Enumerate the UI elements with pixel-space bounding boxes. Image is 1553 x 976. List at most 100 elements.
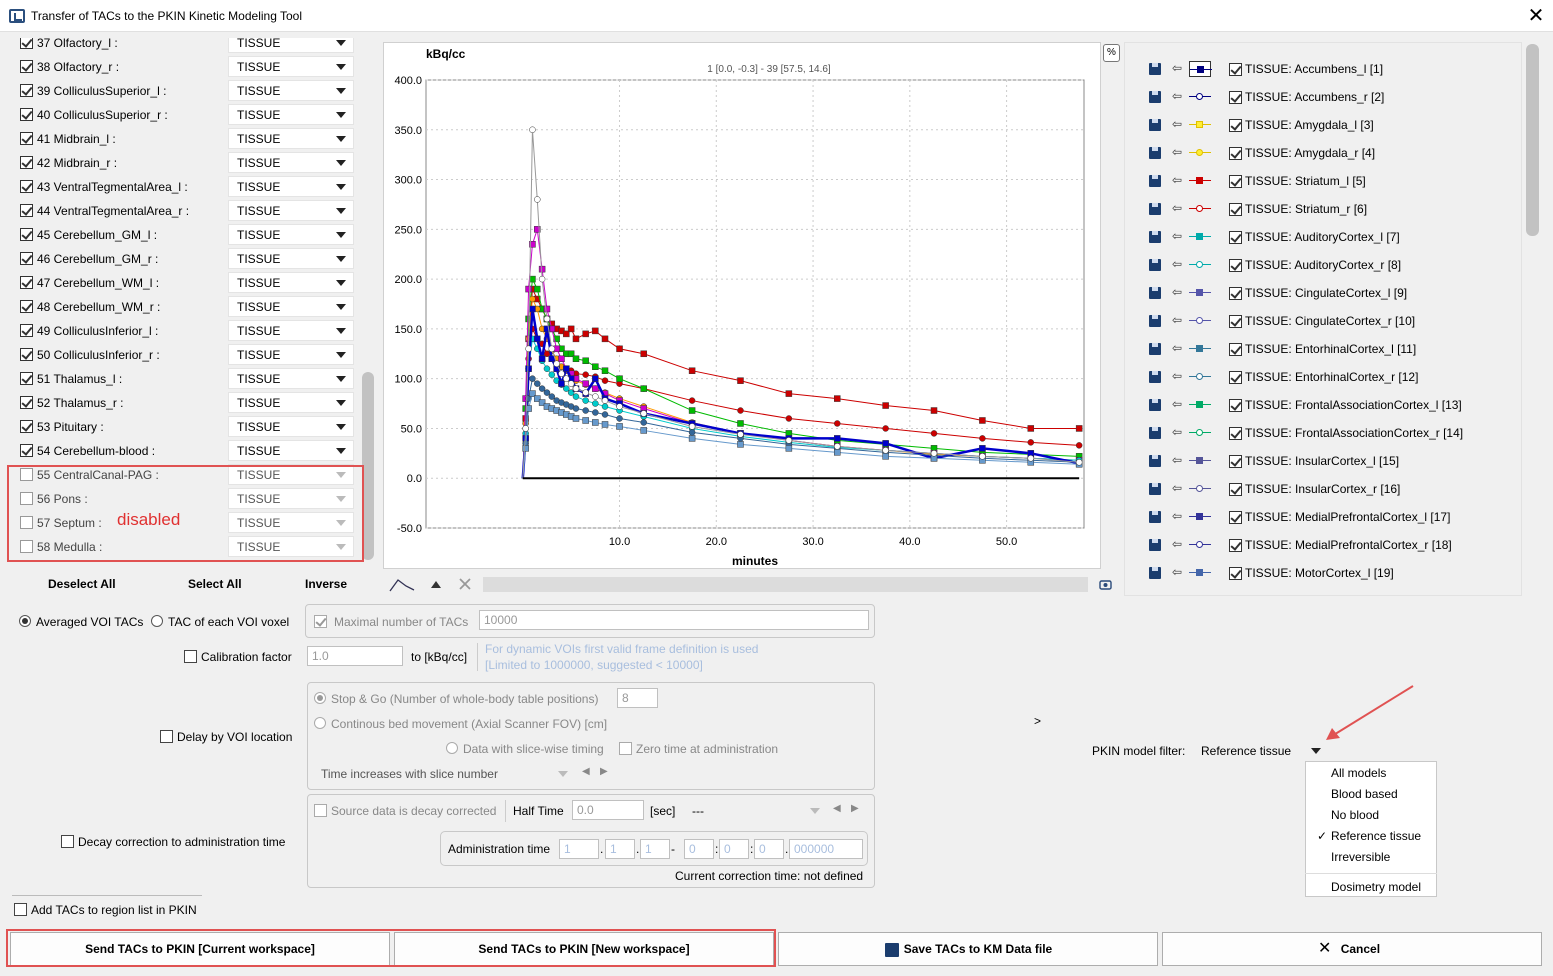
tac-chart[interactable]: 400.0 350.0 300.0 250.0 200.0 150.0 100.0 50.0 0… [383, 42, 1101, 569]
calibration-field[interactable]: 1.0 [307, 646, 403, 666]
arrow-left-icon[interactable]: ⇦ [1172, 89, 1182, 103]
save-disk-icon[interactable] [1149, 399, 1161, 411]
save-disk-icon[interactable] [1149, 63, 1161, 75]
save-disk-icon[interactable] [1149, 147, 1161, 159]
region-row[interactable]: 45 Cerebellum_GM_l : TISSUE [10, 224, 360, 246]
clear-icon[interactable] [459, 578, 471, 590]
save-disk-icon[interactable] [1149, 259, 1161, 271]
region-row[interactable]: 46 Cerebellum_GM_r : TISSUE [10, 248, 360, 270]
region-type-select[interactable]: TISSUE [228, 56, 354, 77]
tissue-checkbox[interactable] [1229, 371, 1242, 384]
legend-swatch[interactable] [1189, 285, 1211, 301]
legend-swatch[interactable] [1189, 425, 1211, 441]
legend-swatch[interactable] [1189, 201, 1211, 217]
admin-time-field[interactable]: 0 [684, 839, 714, 859]
stop-go-field[interactable]: 8 [617, 688, 658, 708]
window-close-icon[interactable]: ✕ [1522, 3, 1550, 29]
tissue-checkbox[interactable] [1229, 539, 1242, 552]
tissue-row[interactable]: ⇦ TISSUE: CingulateCortex_l [9] [1125, 282, 1523, 304]
arrow-left-icon[interactable]: ⇦ [1172, 509, 1182, 523]
delay-checkbox[interactable] [160, 730, 173, 743]
region-row[interactable]: 41 Midbrain_l : TISSUE [10, 128, 360, 150]
slice-timing-radio[interactable] [446, 742, 458, 754]
tissue-checkbox[interactable] [1229, 427, 1242, 440]
tissue-checkbox[interactable] [1229, 567, 1242, 580]
legend-swatch[interactable] [1189, 117, 1211, 133]
region-row[interactable]: 40 ColliculusSuperior_r : TISSUE [10, 104, 360, 126]
time-increases-select[interactable]: Time increases with slice number [321, 767, 498, 781]
region-checkbox[interactable] [20, 372, 33, 385]
tissue-checkbox[interactable] [1229, 483, 1242, 496]
model-filter-item[interactable]: All models [1331, 766, 1386, 780]
curve-style-icon[interactable] [388, 575, 416, 595]
select-all-button[interactable]: Select All [188, 577, 242, 591]
model-filter-item[interactable]: Blood based [1331, 787, 1398, 801]
save-disk-icon[interactable] [1149, 455, 1161, 467]
tissue-row[interactable]: ⇦ TISSUE: Striatum_l [5] [1125, 170, 1523, 192]
save-disk-icon[interactable] [1149, 567, 1161, 579]
region-type-select[interactable]: TISSUE [228, 176, 354, 197]
tissue-row[interactable]: ⇦ TISSUE: InsularCortex_r [16] [1125, 478, 1523, 500]
tissue-checkbox[interactable] [1229, 203, 1242, 216]
tissue-checkbox[interactable] [1229, 147, 1242, 160]
save-disk-icon[interactable] [1149, 175, 1161, 187]
region-row[interactable]: 39 ColliculusSuperior_l : TISSUE [10, 80, 360, 102]
region-checkbox[interactable] [20, 348, 33, 361]
arrow-left-icon[interactable]: ⇦ [1172, 369, 1182, 383]
arrow-left-icon[interactable]: ⇦ [1172, 229, 1182, 243]
admin-time-field[interactable]: 000000 [789, 839, 863, 859]
region-type-select[interactable]: TISSUE [228, 272, 354, 293]
region-type-select[interactable]: TISSUE [228, 344, 354, 365]
save-disk-icon[interactable] [1149, 315, 1161, 327]
save-disk-icon[interactable] [1149, 231, 1161, 243]
save-disk-icon[interactable] [1149, 287, 1161, 299]
save-disk-icon[interactable] [1149, 91, 1161, 103]
region-type-select[interactable]: TISSUE [228, 416, 354, 437]
region-type-select[interactable]: TISSUE [228, 392, 354, 413]
admin-time-field[interactable]: 0 [719, 839, 749, 859]
tissue-checkbox[interactable] [1229, 63, 1242, 76]
inverse-button[interactable]: Inverse [305, 577, 347, 591]
tissue-row[interactable]: ⇦ TISSUE: Amygdala_r [4] [1125, 142, 1523, 164]
save-disk-icon[interactable] [1149, 343, 1161, 355]
tissue-checkbox[interactable] [1229, 287, 1242, 300]
region-row[interactable]: 43 VentralTegmentalArea_l : TISSUE [10, 176, 360, 198]
tissue-checkbox[interactable] [1229, 119, 1242, 132]
region-row[interactable]: 38 Olfactory_r : TISSUE [10, 56, 360, 78]
tissue-row[interactable]: ⇦ TISSUE: Amygdala_l [3] [1125, 114, 1523, 136]
continuous-radio[interactable] [314, 717, 326, 729]
isotope-prev-icon[interactable]: ◀ [833, 803, 841, 814]
tissue-checkbox[interactable] [1229, 259, 1242, 272]
collapse-up-icon[interactable] [430, 579, 442, 589]
legend-swatch[interactable] [1189, 341, 1211, 357]
arrow-left-icon[interactable]: ⇦ [1172, 453, 1182, 467]
save-km-button[interactable]: Save TACs to KM Data file [778, 932, 1158, 966]
isotope-next-icon[interactable]: ▶ [851, 803, 859, 814]
arrow-left-icon[interactable]: ⇦ [1172, 397, 1182, 411]
region-type-select[interactable]: TISSUE [228, 104, 354, 125]
admin-time-field[interactable]: 1 [559, 839, 599, 859]
max-tacs-field[interactable]: 10000 [479, 610, 869, 630]
region-checkbox[interactable] [20, 132, 33, 145]
tissue-checkbox[interactable] [1229, 399, 1242, 412]
max-tacs-checkbox[interactable] [314, 615, 327, 628]
percent-button[interactable]: % [1103, 44, 1120, 62]
cancel-button[interactable]: ✕ Cancel [1162, 932, 1542, 966]
tissue-checkbox[interactable] [1229, 175, 1242, 188]
arrow-left-icon[interactable]: ⇦ [1172, 145, 1182, 159]
tissue-checkbox[interactable] [1229, 91, 1242, 104]
region-type-select[interactable]: TISSUE [228, 368, 354, 389]
region-row[interactable]: 48 Cerebellum_WM_r : TISSUE [10, 296, 360, 318]
region-type-select[interactable]: TISSUE [228, 152, 354, 173]
legend-swatch[interactable] [1189, 229, 1211, 245]
tissue-row[interactable]: ⇦ TISSUE: Accumbens_r [2] [1125, 86, 1523, 108]
region-row[interactable]: 47 Cerebellum_WM_l : TISSUE [10, 272, 360, 294]
legend-swatch[interactable] [1189, 313, 1211, 329]
region-row[interactable]: 42 Midbrain_r : TISSUE [10, 152, 360, 174]
arrow-left-icon[interactable]: ⇦ [1172, 61, 1182, 75]
chart-horizontal-scrollbar[interactable] [483, 577, 1088, 592]
save-disk-icon[interactable] [1149, 203, 1161, 215]
arrow-left-icon[interactable]: ⇦ [1172, 341, 1182, 355]
model-filter-value[interactable]: Reference tissue [1201, 744, 1291, 758]
admin-time-field[interactable]: 1 [640, 839, 670, 859]
